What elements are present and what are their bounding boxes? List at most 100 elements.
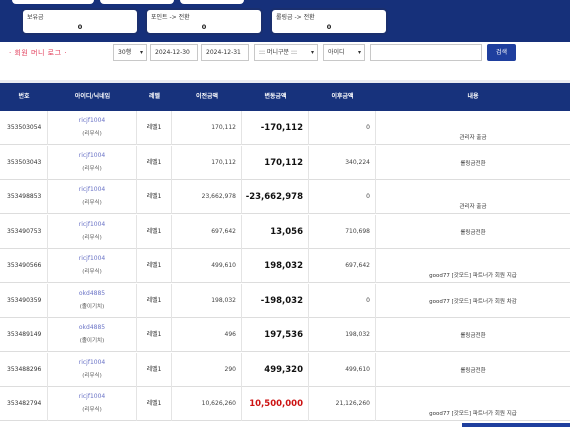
tab-stub[interactable] [100, 0, 174, 4]
row-number: 353503054 [0, 111, 48, 145]
scroll-indicator[interactable] [462, 423, 570, 427]
description-text: good77 [갓모드] 파트너가 회원 차감 [429, 298, 517, 305]
after-amount: 340,224 [309, 145, 376, 180]
date-from-input[interactable]: 2024-12-30 [150, 44, 198, 61]
money-type-select[interactable]: ::: 머니구분 ::: ▾ [254, 44, 318, 61]
description-text: good77 [갓모드] 파트너가 회원 지급 [429, 273, 517, 279]
table-row: 353490753 ricjf1004 (리무식) 레벨1 697,642 13,056 7… [0, 214, 570, 249]
date-to-value: 2024-12-31 [206, 49, 241, 56]
table-row: 353490566 ricjf1004 (리무식) 레벨1 499,610 198,032… [0, 249, 570, 283]
rolling-convert-box[interactable]: 롤링금 -> 전환 0 [270, 8, 388, 35]
description-cell: 관리자 출금 [376, 180, 570, 214]
user-cell: ricjf1004 (리무식) [48, 111, 137, 145]
user-nickname: (리무식) [82, 165, 102, 172]
tab-stub[interactable] [180, 0, 244, 4]
description-text: 관리자 출금 [459, 135, 487, 141]
level-cell: 레벨1 [137, 214, 172, 249]
user-id-link[interactable]: ricjf1004 [48, 152, 136, 160]
chevron-down-icon: ▾ [139, 49, 143, 56]
description-text: 관리자 출금 [459, 204, 487, 210]
prev-amount: 10,626,260 [172, 387, 242, 421]
user-cell: ricjf1004 (리무식) [48, 180, 137, 214]
table-header: 번호 아이디/닉네임 레벨 이전금액 변동금액 이후금액 내용 [0, 83, 570, 111]
balance-value: 0 [77, 23, 83, 31]
user-nickname: (리무식) [82, 200, 102, 206]
after-amount: 21,126,260 [309, 387, 376, 421]
user-nickname: (졸이기치) [79, 303, 105, 310]
user-id-link[interactable]: ricjf1004 [48, 255, 136, 263]
point-convert-value: 0 [201, 23, 207, 31]
user-id-link[interactable]: ricjf1004 [48, 359, 136, 367]
user-id-link[interactable]: okd4885 [48, 290, 136, 298]
level-cell: 레벨1 [137, 180, 172, 214]
search-button[interactable]: 검색 [487, 44, 516, 61]
prev-amount: 170,112 [172, 145, 242, 180]
description-cell: 롤링금전환 [376, 353, 570, 387]
tab-stub[interactable] [12, 0, 94, 4]
table-row: 353498853 ricjf1004 (리무식) 레벨1 23,662,978 -23,… [0, 180, 570, 214]
point-convert-box[interactable]: 포인트 -> 전환 0 [145, 8, 263, 35]
level-cell: 레벨1 [137, 249, 172, 283]
page-size-select[interactable]: 30행 ▾ [113, 44, 147, 61]
description-cell: 롤링금전환 [376, 146, 570, 180]
after-amount: 697,642 [309, 249, 376, 283]
description-cell: good77 [갓모드] 파트너가 회원 지급 [376, 387, 570, 421]
chevron-down-icon: ▾ [357, 49, 361, 56]
user-id-link[interactable]: okd4885 [48, 324, 136, 332]
change-amount: 197,536 [242, 318, 309, 352]
change-amount: 170,112 [242, 145, 309, 180]
header-after: 이후금액 [331, 93, 354, 100]
level-cell: 레벨1 [137, 111, 172, 145]
user-cell: ricjf1004 (리무식) [48, 352, 137, 387]
user-cell: ricjf1004 (리무식) [48, 387, 137, 421]
search-field-select[interactable]: 아이디 ▾ [323, 44, 365, 61]
prev-amount: 496 [172, 318, 242, 352]
user-nickname: (리무식) [82, 269, 102, 275]
balance-label: 보유금 [27, 14, 44, 21]
after-amount: 499,610 [309, 352, 376, 387]
user-cell: ricjf1004 (리무식) [48, 145, 137, 180]
table-row: 353503043 ricjf1004 (리무식) 레벨1 170,112 170,112… [0, 145, 570, 180]
user-id-link[interactable]: ricjf1004 [48, 393, 136, 401]
change-amount: 13,056 [242, 214, 309, 249]
row-number: 353488296 [0, 352, 48, 387]
prev-amount: 23,662,978 [172, 180, 242, 214]
date-from-value: 2024-12-30 [155, 49, 190, 56]
description-text: 롤링금전환 [460, 367, 486, 374]
search-input[interactable] [370, 44, 482, 61]
after-amount: 198,032 [309, 318, 376, 352]
user-id-link[interactable]: ricjf1004 [48, 117, 136, 125]
header-level: 레벨 [148, 93, 161, 100]
rolling-convert-label: 롤링금 -> 전환 [276, 14, 315, 21]
after-amount: 710,698 [309, 214, 376, 249]
user-id-link[interactable]: ricjf1004 [48, 186, 136, 194]
date-to-input[interactable]: 2024-12-31 [201, 44, 249, 61]
user-id-link[interactable]: ricjf1004 [48, 221, 136, 229]
level-cell: 레벨1 [137, 318, 172, 352]
header-change: 변동금액 [264, 93, 287, 100]
chevron-down-icon: ▾ [310, 49, 314, 56]
change-amount: 198,032 [242, 249, 309, 283]
user-nickname: (졸이기치) [79, 338, 105, 344]
change-amount: -23,662,978 [242, 180, 309, 214]
user-nickname: (리무식) [82, 372, 102, 379]
page-title: · 회원 머니 로그 · [9, 49, 67, 57]
change-amount: -170,112 [242, 111, 309, 145]
row-number: 353490566 [0, 249, 48, 283]
description-cell: 롤링금전환 [376, 318, 570, 352]
page-size-value: 30행 [118, 49, 132, 56]
rolling-convert-value: 0 [326, 23, 332, 31]
level-cell: 레벨1 [137, 352, 172, 387]
user-nickname: (리무식) [82, 131, 102, 137]
change-amount: 10,500,000 [242, 387, 309, 421]
user-nickname: (리무식) [82, 234, 102, 241]
description-text: 롤링금전환 [460, 333, 486, 339]
money-type-value: ::: 머니구분 ::: [259, 49, 298, 56]
user-nickname: (리무식) [82, 407, 102, 413]
table-row: 353489149 okd4885 (졸이기치) 레벨1 496 197,536 198,0… [0, 318, 570, 352]
level-cell: 레벨1 [137, 145, 172, 180]
after-amount: 0 [309, 180, 376, 214]
table-row: 353488296 ricjf1004 (리무식) 레벨1 290 499,320 499,… [0, 352, 570, 387]
row-number: 353498853 [0, 180, 48, 214]
after-amount: 0 [309, 283, 376, 318]
